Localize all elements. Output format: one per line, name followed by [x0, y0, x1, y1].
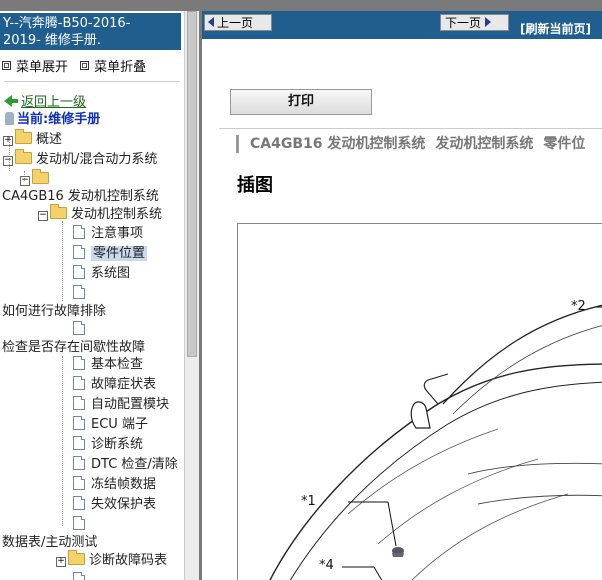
tree-item-intermittent[interactable]: 检查是否存在间歇性故障	[2, 339, 145, 356]
current-location: 当前:维修手册	[5, 111, 100, 128]
document-icon	[73, 396, 85, 410]
tree-item-blank[interactable]	[73, 285, 91, 302]
document-icon	[73, 516, 85, 530]
tree-item-auto-config[interactable]: 自动配置模块	[73, 396, 169, 413]
document-icon	[73, 225, 85, 239]
tree-item-system-diagram[interactable]: 系统图	[73, 265, 130, 282]
tree-item-dtc-check[interactable]: DTC 检查/清除	[73, 456, 178, 473]
plus-icon[interactable]: +	[56, 557, 66, 567]
menu-controls: 菜单展开 菜单折叠	[2, 56, 154, 75]
tree-item-part-location[interactable]: 零件位置	[73, 245, 148, 262]
folder-open-icon	[50, 204, 67, 219]
nav-scrollbar[interactable]	[184, 11, 199, 580]
tree-item-data-list[interactable]: 数据表/主动测试	[2, 534, 97, 551]
minus-icon[interactable]: −	[38, 211, 48, 221]
callout-2: *2	[571, 299, 586, 314]
document-icon	[73, 285, 85, 299]
document-icon	[73, 496, 85, 510]
document-icon	[73, 416, 85, 430]
breadcrumb: CA4GB16 发动机控制系统 发动机控制系统 零件位	[236, 135, 595, 153]
folder-open-icon	[32, 169, 49, 184]
document-icon	[73, 376, 85, 390]
tree-item-dtc-table[interactable]: + 诊断故障码表	[56, 550, 167, 569]
page-nav-bar: 上一页 下一页 [刷新当前页]	[202, 11, 602, 39]
menu-expand-button[interactable]: 菜单展开	[2, 60, 72, 75]
separator	[4, 81, 180, 82]
folder-open-icon	[15, 149, 32, 164]
plus-icon[interactable]: +	[3, 136, 13, 146]
tree-item-engine-control[interactable]: − 发动机控制系统	[38, 204, 162, 223]
back-arrow-icon	[4, 95, 12, 107]
tree-item-overview[interactable]: + 概述	[3, 129, 62, 148]
callout-4: *4	[319, 558, 334, 573]
document-icon	[73, 245, 85, 259]
document-icon	[73, 436, 85, 450]
manual-title: Y--汽奔腾-B50-2016- 2019- 维修手册.	[0, 13, 181, 50]
page-title: 插图	[237, 175, 273, 196]
print-button[interactable]: 打印	[230, 89, 372, 115]
tree-item-symptom-table[interactable]: 故障症状表	[73, 376, 156, 393]
expand-icon	[2, 61, 11, 70]
document-icon	[73, 476, 85, 490]
tree-item-diag-system[interactable]: 诊断系统	[73, 436, 143, 453]
menu-collapse-button[interactable]: 菜单折叠	[80, 60, 150, 75]
document-icon	[73, 321, 85, 335]
tree-item-freeze-frame[interactable]: 冻结帧数据	[73, 476, 156, 493]
document-icon	[73, 456, 85, 470]
divider	[219, 128, 602, 129]
window-top-strip	[0, 0, 602, 11]
left-arrow-icon	[208, 17, 214, 27]
location-pin-icon	[5, 112, 14, 125]
minus-icon[interactable]: −	[20, 176, 30, 186]
tree-item-ca4gb16[interactable]: CA4GB16 发动机控制系统	[2, 188, 159, 205]
scrollbar-thumb[interactable]	[187, 11, 197, 357]
document-icon	[73, 265, 85, 279]
tree-item-troubleshoot[interactable]: 如何进行故障排除	[2, 303, 106, 320]
right-arrow-icon	[485, 17, 492, 27]
tree-item-basic-check[interactable]: 基本检查	[73, 356, 143, 373]
callout-1: *1	[301, 494, 316, 509]
tree-item-failsafe[interactable]: 失效保护表	[73, 496, 156, 513]
minus-icon[interactable]: −	[3, 156, 13, 166]
prev-page-button[interactable]: 上一页	[204, 14, 272, 31]
folder-icon	[68, 550, 85, 565]
tree-item-folder[interactable]: −	[20, 169, 53, 188]
tree-item-blank[interactable]	[73, 321, 91, 338]
navigation-panel: Y--汽奔腾-B50-2016- 2019- 维修手册. 菜单展开 菜单折叠 返…	[0, 11, 184, 580]
tree-item-notes[interactable]: 注意事项	[73, 225, 143, 242]
car-line-drawing	[269, 304, 602, 580]
document-icon	[73, 572, 85, 580]
tree-item-ecu-terminal[interactable]: ECU 端子	[73, 416, 148, 433]
document-icon	[73, 356, 85, 370]
collapse-icon	[80, 61, 90, 70]
folder-icon	[15, 129, 32, 144]
vehicle-illustration: *1 *2 *4	[237, 223, 602, 580]
next-page-button[interactable]: 下一页	[440, 14, 509, 31]
back-link[interactable]: 返回上一级	[4, 94, 86, 111]
tree-item-blank[interactable]	[73, 516, 91, 533]
tree-item-blank[interactable]	[73, 572, 91, 580]
content-panel: 上一页 下一页 [刷新当前页] 打印 CA4GB16 发动机控制系统 发动机控制系…	[202, 11, 602, 580]
tree-item-engine-hybrid[interactable]: − 发动机/混合动力系统	[3, 149, 157, 168]
refresh-link[interactable]: [刷新当前页]	[520, 20, 591, 37]
